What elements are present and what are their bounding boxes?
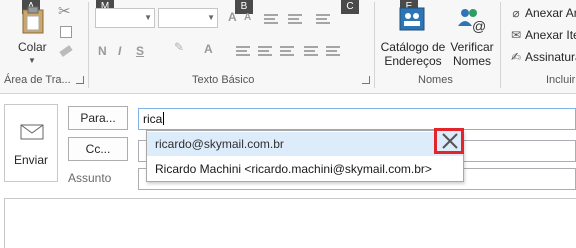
svg-text:@: @ [472, 18, 485, 34]
cc-button[interactable]: Cc... [68, 137, 128, 161]
align-center-icon[interactable] [258, 46, 272, 56]
shrink-font-icon[interactable]: A [244, 12, 251, 23]
font-color-icon[interactable]: A [204, 42, 213, 56]
autocomplete-list: ricardo@skymail.com.br Ricardo Machini <… [146, 130, 464, 182]
address-book-button[interactable]: Catálogo de Endereços [378, 40, 448, 68]
align-left-icon[interactable] [236, 46, 250, 56]
to-button[interactable]: Para... [68, 106, 128, 130]
names-group-label: Nomes [418, 74, 453, 86]
check-names-button[interactable]: Verificar Nomes [448, 40, 496, 68]
attach-file-label: Anexar Ar [525, 6, 576, 20]
text-caret [163, 112, 165, 125]
subject-label: Assunto [68, 171, 112, 185]
paste-button-label[interactable]: Colar [18, 40, 47, 54]
attach-item-button[interactable]: ✉ Anexar Ite [510, 28, 576, 42]
chevron-down-icon: ▼ [144, 13, 152, 22]
increase-indent-icon[interactable] [326, 46, 340, 56]
bullets-icon[interactable] [264, 14, 278, 24]
grow-font-icon[interactable]: A [228, 10, 237, 24]
basic-text-group-label: Texto Básico [192, 74, 255, 86]
highlight-icon[interactable]: ✎ [174, 40, 184, 54]
paperclip-icon: ⌀ [512, 6, 520, 20]
clipboard-launcher-icon[interactable] [76, 76, 84, 84]
italic-icon[interactable]: I [118, 44, 121, 58]
address-book-icon[interactable] [398, 6, 426, 32]
attach-item-label: Anexar Ite [525, 28, 576, 42]
send-button[interactable]: Enviar [4, 104, 58, 182]
align-right-icon[interactable] [280, 46, 294, 56]
keytip-color: C [341, 0, 359, 14]
to-value: rica [143, 112, 163, 126]
cut-icon[interactable]: ✂ [58, 2, 71, 20]
group-divider [374, 2, 375, 88]
chevron-down-icon: ▼ [207, 13, 215, 22]
copy-icon[interactable] [60, 26, 72, 38]
clear-format-icon[interactable] [316, 14, 330, 24]
clipboard-icon[interactable] [22, 6, 46, 34]
basic-text-launcher-icon[interactable] [362, 76, 370, 84]
ribbon: A Colar ▼ ✂ Área de Tra... M B C ▼ ▼ A A… [0, 0, 576, 94]
font-size-combo[interactable]: ▼ [158, 8, 218, 28]
autocomplete-item-1[interactable]: ricardo@skymail.com.br [147, 132, 463, 156]
attach-file-button[interactable]: ⌀ Anexar Ar [510, 6, 576, 20]
send-envelope-icon [20, 124, 44, 140]
format-painter-icon[interactable] [59, 45, 73, 57]
send-label: Enviar [13, 153, 48, 167]
check-names-icon[interactable]: @ [455, 4, 485, 34]
paste-dropdown-icon[interactable]: ▼ [28, 56, 36, 65]
group-divider [500, 2, 501, 88]
envelope-attach-icon: ✉ [510, 28, 522, 42]
to-field[interactable]: rica [138, 108, 576, 130]
remove-suggestion-button[interactable] [434, 128, 464, 154]
signature-label: Assinatura [525, 50, 576, 64]
numbering-icon[interactable] [288, 14, 302, 24]
include-group-label: Incluir [546, 74, 576, 86]
autocomplete-item-2[interactable]: Ricardo Machini <ricardo.machini@skymail… [147, 157, 463, 181]
signature-button[interactable]: ✍Assinatura [510, 50, 576, 64]
bold-icon[interactable]: N [98, 44, 107, 58]
underline-icon[interactable]: S [136, 44, 144, 58]
clipboard-group-label: Área de Tra... [4, 74, 71, 86]
group-divider [88, 2, 89, 88]
to-typed-text: rica [143, 112, 165, 126]
signature-icon: ✍ [510, 50, 522, 64]
message-body[interactable] [4, 198, 576, 248]
decrease-indent-icon[interactable] [304, 46, 318, 56]
font-name-combo[interactable]: ▼ [95, 8, 155, 28]
close-icon [442, 133, 458, 149]
